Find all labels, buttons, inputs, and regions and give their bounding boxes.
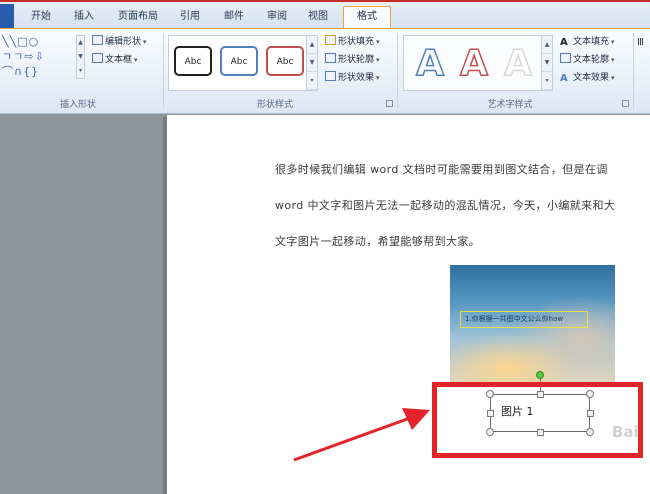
- group-label-insert-shapes: 插入形状: [59, 100, 96, 110]
- text-box-button[interactable]: 文本框 ▾: [92, 53, 138, 67]
- connector-shape-icon[interactable]: ㄱ: [2, 50, 13, 63]
- edit-shape-button[interactable]: 编辑形状 ▾: [92, 35, 147, 49]
- edit-points-icon: [92, 35, 103, 45]
- annotation-arrow-icon: [293, 408, 430, 462]
- file-tab[interactable]: [0, 4, 14, 28]
- more-icon[interactable]: ▾: [542, 72, 552, 90]
- body-paragraph[interactable]: 文字图片一起移动，希望能够帮到大家。: [275, 233, 480, 249]
- scroll-up-icon[interactable]: ▲: [542, 36, 552, 54]
- shape-fill-button[interactable]: 形状填充 ▾: [325, 35, 380, 49]
- chevron-down-icon: ▾: [134, 56, 138, 64]
- wordart-styles-scroll[interactable]: ▲ ▼ ▾: [541, 36, 552, 90]
- tab-references[interactable]: 引用: [170, 7, 210, 29]
- connector-shape-icon[interactable]: ㄱ: [13, 50, 24, 63]
- chevron-down-icon: ▾: [376, 74, 380, 82]
- wordart-style-sample[interactable]: A: [498, 43, 538, 85]
- shape-style-sample[interactable]: Abc: [266, 46, 304, 76]
- watermark: Bai: [612, 423, 639, 441]
- pen-icon: [325, 53, 336, 63]
- text-box-icon: [92, 53, 103, 63]
- brace-shape-icon[interactable]: {: [23, 65, 31, 78]
- tab-review[interactable]: 审阅: [257, 7, 297, 29]
- text-outline-icon: [560, 53, 571, 63]
- text-fill-icon: A: [560, 37, 568, 48]
- shape-style-sample[interactable]: Abc: [174, 46, 212, 76]
- shape-styles-scroll[interactable]: ▲ ▼ ▾: [306, 36, 317, 90]
- rotation-handle[interactable]: [536, 371, 544, 379]
- body-paragraph[interactable]: 很多时候我们编辑 word 文档时可能需要用到图文结合，但是在调: [275, 161, 608, 177]
- shape-effects-icon: [325, 71, 336, 81]
- paint-bucket-icon: [325, 35, 336, 45]
- text-effects-button[interactable]: A 文本效果 ▾: [560, 71, 615, 85]
- group-label-wordart-styles: 艺术字样式: [487, 100, 533, 110]
- dialog-launcher-icon[interactable]: [386, 100, 393, 107]
- wordart-style-sample[interactable]: A: [454, 43, 494, 85]
- chevron-down-icon: ▾: [611, 74, 615, 82]
- ribbon-tab-bar: 开始 插入 页面布局 引用 邮件 审阅 视图 格式: [0, 0, 650, 31]
- scroll-up-icon[interactable]: ▲: [307, 36, 317, 54]
- annotation-highlight-box: [432, 382, 643, 458]
- text-outline-button[interactable]: 文本轮廓 ▾: [560, 53, 615, 67]
- scroll-down-icon[interactable]: ▼: [542, 54, 552, 72]
- ribbon: ╲╲□○ ㄱㄱ⇨⇩ ⌒∩{} ▲ ▼ ▾ 编辑形状 ▾ 文本框 ▾ 插入形状 Abc A…: [0, 28, 650, 114]
- text-effects-icon: A: [560, 73, 568, 84]
- tab-page-layout[interactable]: 页面布局: [108, 7, 168, 29]
- shape-effects-button[interactable]: 形状效果 ▾: [325, 71, 380, 85]
- arrow-right-shape-icon[interactable]: ⇨: [24, 50, 34, 63]
- chevron-down-icon: ▾: [611, 56, 615, 64]
- chevron-down-icon: ▾: [611, 38, 615, 46]
- shape-style-sample[interactable]: Abc: [220, 46, 258, 76]
- wordart-style-sample[interactable]: A: [410, 43, 450, 85]
- tab-mailings[interactable]: 邮件: [214, 7, 254, 29]
- curve-shape-icon[interactable]: ∩: [14, 65, 23, 78]
- oval-shape-icon[interactable]: ○: [29, 35, 40, 48]
- inserted-picture[interactable]: 1.你根据一共图中文公么你how: [450, 265, 615, 386]
- group-divider: [163, 33, 164, 109]
- tab-view[interactable]: 视图: [298, 7, 338, 29]
- shapes-gallery[interactable]: ╲╲□○ ㄱㄱ⇨⇩ ⌒∩{}: [2, 35, 74, 80]
- chevron-down-icon: ▾: [376, 38, 380, 46]
- group-label-shape-styles: 形状样式: [256, 100, 293, 110]
- group-divider: [397, 33, 398, 109]
- group-divider: [633, 33, 634, 109]
- shapes-gallery-scroll[interactable]: ▲ ▼ ▾: [76, 35, 85, 79]
- scroll-down-icon[interactable]: ▼: [307, 54, 317, 72]
- shape-styles-gallery[interactable]: Abc Abc Abc ▲ ▼ ▾: [168, 35, 318, 91]
- tab-insert[interactable]: 插入: [64, 7, 104, 29]
- text-fill-button[interactable]: A 文本填充 ▾: [560, 35, 615, 49]
- tab-home[interactable]: 开始: [22, 7, 60, 29]
- body-paragraph[interactable]: word 中文字和图片无法一起移动的混乱情况，今天，小编就来和大: [275, 197, 615, 213]
- more-icon[interactable]: ▾: [307, 72, 317, 90]
- wordart-styles-gallery[interactable]: A A A ▲ ▼ ▾: [403, 35, 553, 91]
- rectangle-shape-icon[interactable]: □: [17, 35, 28, 48]
- picture-caption: 1.你根据一共图中文公么你how: [460, 311, 588, 328]
- arrow-down-shape-icon[interactable]: ⇩: [34, 50, 44, 63]
- text-direction-icon: Ⅲ: [637, 37, 644, 48]
- chevron-down-icon: ▾: [376, 56, 380, 64]
- arc-shape-icon[interactable]: ⌒: [2, 65, 14, 78]
- brace-shape-icon[interactable]: }: [31, 65, 39, 78]
- line-shape-icon[interactable]: ╲: [2, 35, 10, 48]
- shape-outline-button[interactable]: 形状轮廓 ▾: [325, 53, 380, 67]
- text-direction-button[interactable]: Ⅲ: [637, 35, 650, 49]
- dialog-launcher-icon[interactable]: [622, 100, 629, 107]
- chevron-down-icon: ▾: [143, 38, 147, 46]
